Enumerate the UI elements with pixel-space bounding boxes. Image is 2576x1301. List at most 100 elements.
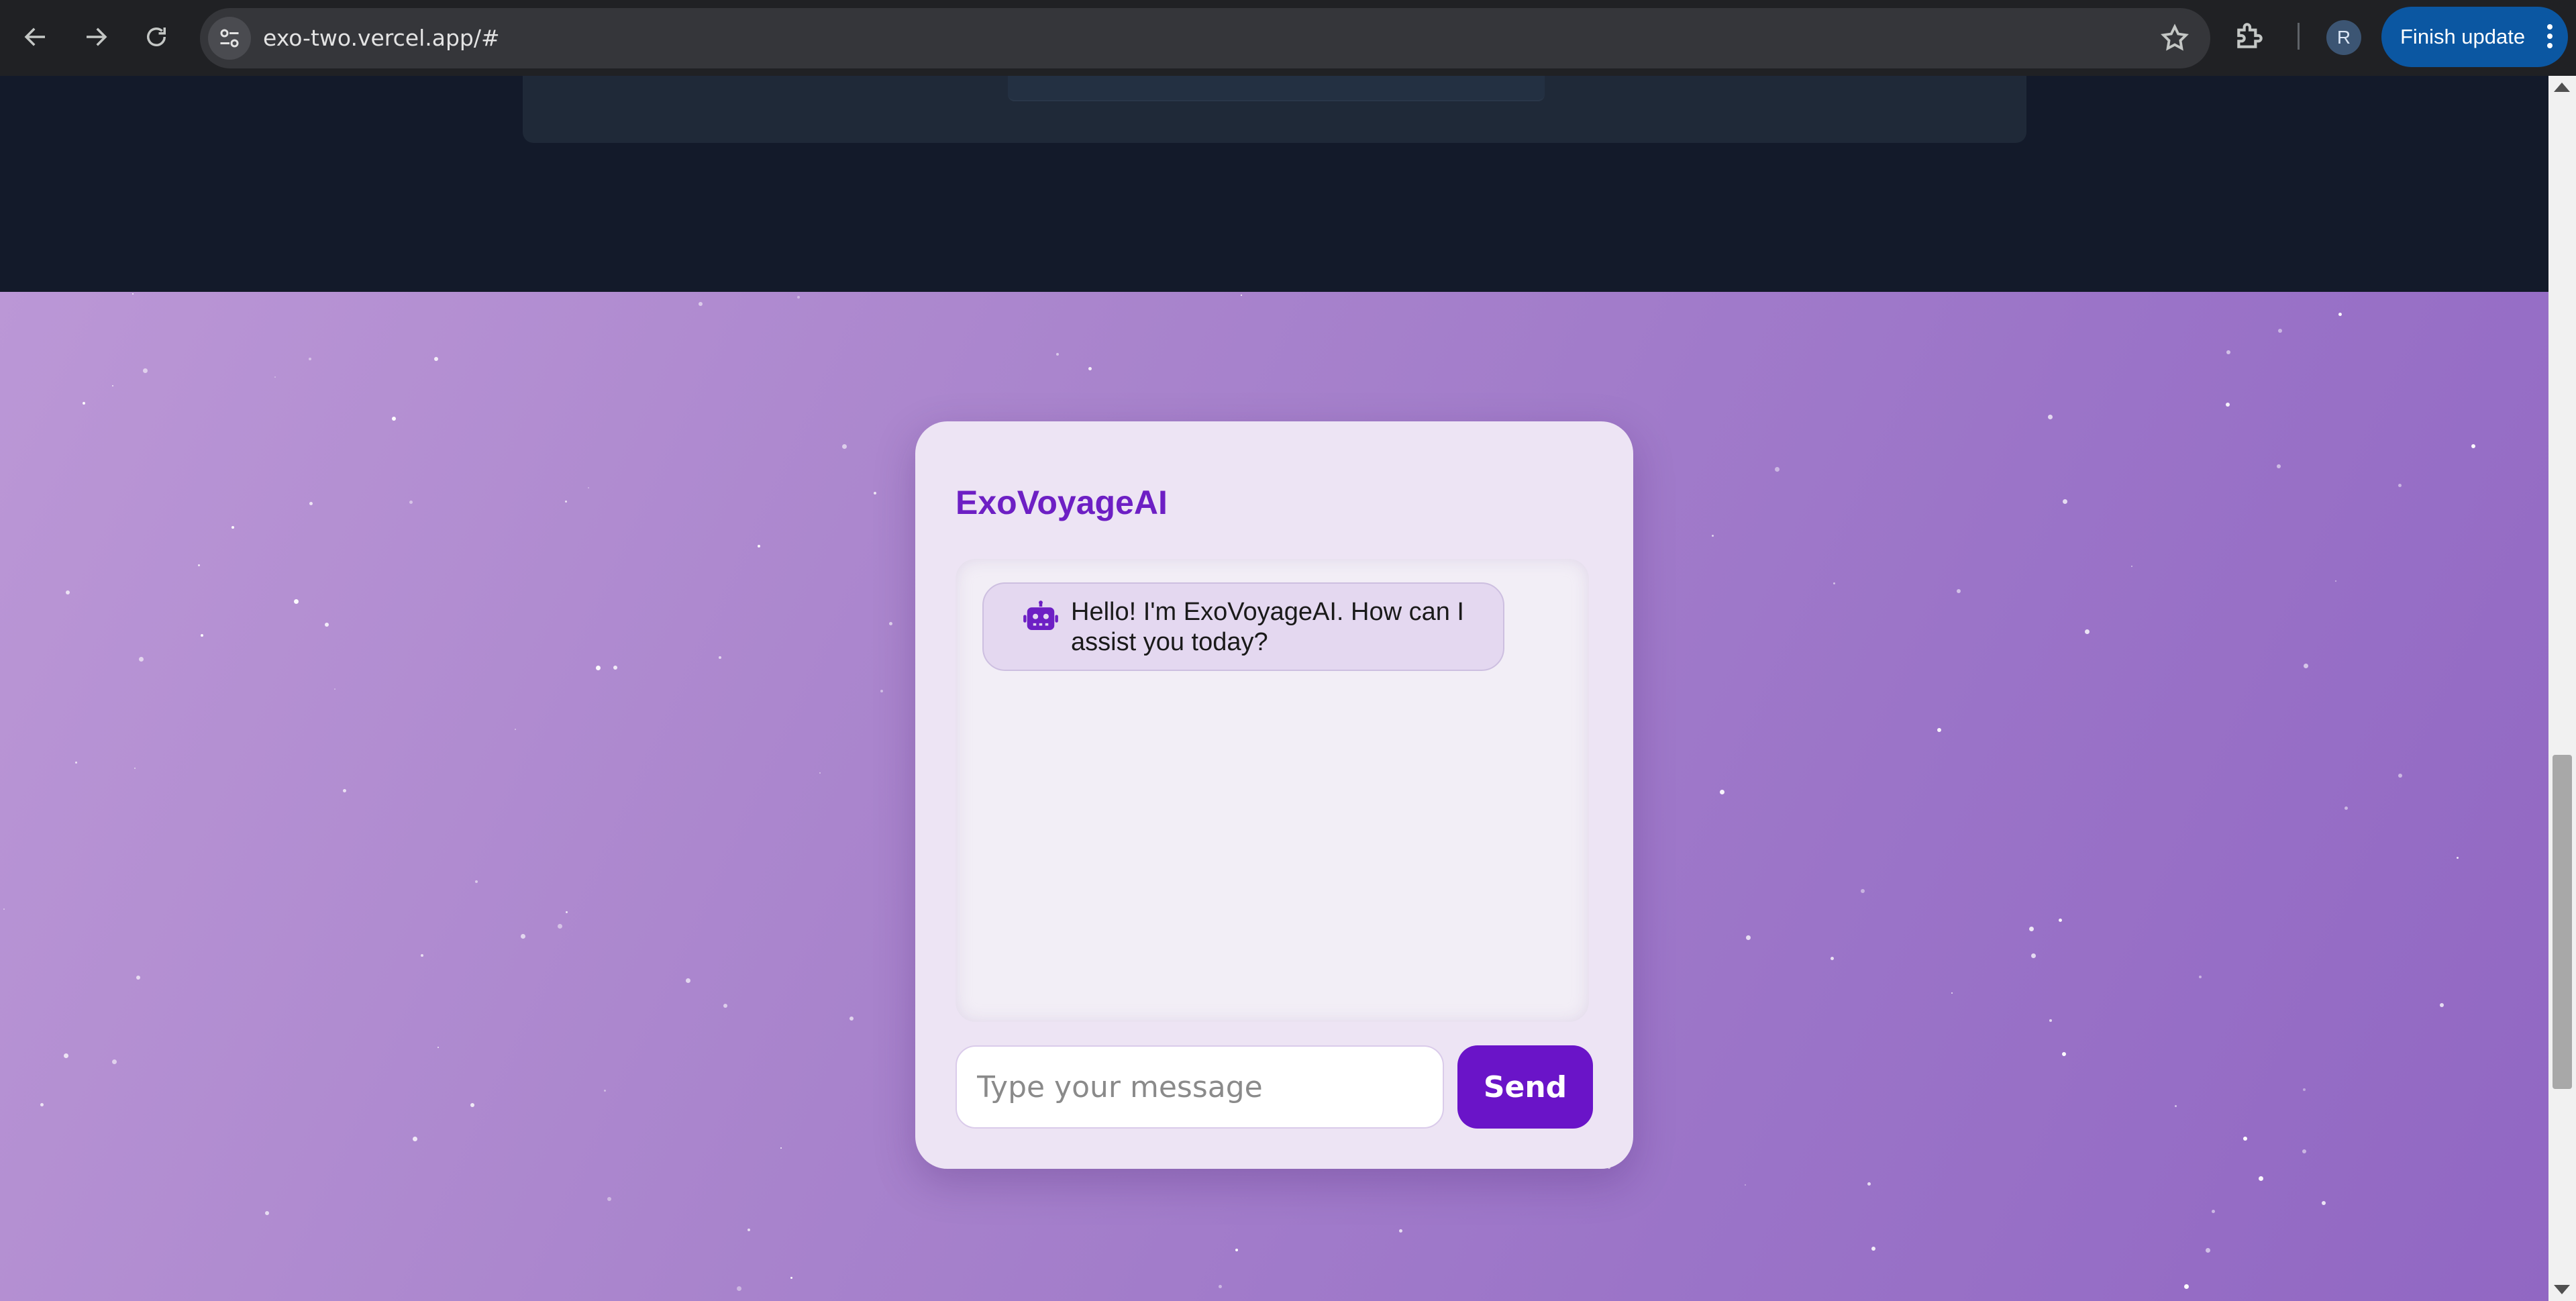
background-star <box>604 1090 606 1092</box>
background-star <box>475 880 478 883</box>
background-star <box>434 357 438 361</box>
background-star <box>515 729 516 730</box>
background-star <box>201 634 203 637</box>
background-star <box>613 666 617 670</box>
background-star <box>2059 919 2062 922</box>
background-star <box>40 1103 44 1106</box>
background-star <box>1957 589 1961 593</box>
background-star <box>421 954 423 957</box>
dark-section <box>0 76 2548 292</box>
background-star <box>2398 774 2402 778</box>
send-button[interactable]: Send <box>1457 1045 1593 1129</box>
profile-avatar[interactable]: R <box>2326 20 2361 55</box>
background-star <box>2206 1248 2210 1253</box>
toolbar-separator <box>2298 23 2300 50</box>
page-scrollbar[interactable] <box>2548 76 2576 1301</box>
arrow-left-icon <box>24 28 45 46</box>
background-star <box>231 526 234 529</box>
background-star <box>66 590 70 594</box>
background-star <box>1720 790 1724 794</box>
background-star <box>723 1004 727 1008</box>
background-star <box>849 1017 854 1021</box>
background-star <box>842 444 847 449</box>
background-star <box>2031 953 2036 958</box>
background-star <box>1241 295 1242 296</box>
background-star <box>2259 1176 2263 1181</box>
background-star <box>699 302 703 306</box>
messages-area[interactable]: Hello! I'm ExoVoyageAI. How can I assist… <box>956 559 1589 1022</box>
finish-update-button[interactable]: Finish update <box>2381 7 2568 67</box>
dark-card <box>523 76 2026 143</box>
scroll-thumb[interactable] <box>2553 755 2572 1089</box>
tune-icon <box>220 29 239 48</box>
background-star <box>1861 889 1865 893</box>
background-star <box>2184 1284 2189 1289</box>
background-star <box>64 1053 68 1058</box>
background-star <box>1088 367 1092 370</box>
background-star <box>596 666 601 670</box>
background-star <box>2303 1088 2306 1091</box>
background-star <box>409 501 413 504</box>
background-star <box>3 908 5 910</box>
background-star <box>136 976 140 980</box>
more-vert-icon[interactable] <box>2545 21 2555 52</box>
background-star <box>1746 935 1751 940</box>
background-star <box>2277 464 2281 468</box>
background-star <box>343 789 346 792</box>
background-star <box>143 368 148 373</box>
background-star <box>1871 1247 1875 1251</box>
background-star <box>2440 1003 2444 1007</box>
background-star <box>334 688 336 690</box>
back-button[interactable] <box>13 15 58 59</box>
background-star <box>309 358 311 360</box>
reload-button[interactable] <box>134 15 178 59</box>
extensions-puzzle-icon[interactable] <box>2233 19 2267 52</box>
background-star <box>112 385 113 386</box>
robot-icon <box>1023 601 1058 630</box>
background-star <box>2278 329 2282 333</box>
background-star <box>588 487 589 488</box>
arrow-right-icon <box>87 28 107 46</box>
background-star <box>309 502 313 505</box>
background-star <box>558 924 562 929</box>
background-star <box>2243 1137 2247 1141</box>
background-star <box>1399 1229 1402 1233</box>
background-star <box>719 656 721 659</box>
background-star <box>758 545 760 548</box>
background-star <box>2048 415 2053 419</box>
background-star <box>274 376 276 378</box>
scroll-down-arrow-icon[interactable] <box>2554 1285 2570 1294</box>
background-star <box>819 772 821 774</box>
background-star <box>1867 1182 1871 1186</box>
site-info-button[interactable] <box>208 17 251 60</box>
background-star <box>566 911 568 913</box>
background-star <box>2335 580 2336 582</box>
background-star <box>2062 1052 2066 1056</box>
background-star <box>1712 535 1714 537</box>
background-star <box>139 657 144 662</box>
bookmark-star-icon[interactable] <box>2159 23 2190 54</box>
background-star <box>2175 1105 2177 1107</box>
background-star <box>83 402 85 405</box>
background-star <box>112 1059 117 1064</box>
page-viewport: ExoVoyageAI Hello! I'm ExoVoyageAI. How … <box>0 76 2548 1301</box>
background-star <box>686 978 690 983</box>
forward-button[interactable] <box>74 15 118 59</box>
message-input[interactable] <box>956 1045 1444 1129</box>
background-star <box>75 762 77 764</box>
background-star <box>198 564 200 566</box>
background-star <box>2212 1210 2215 1213</box>
background-star <box>325 623 329 627</box>
background-star <box>2471 444 2475 448</box>
address-bar[interactable]: exo-two.vercel.app/# <box>200 8 2210 68</box>
url-text[interactable]: exo-two.vercel.app/# <box>263 8 500 68</box>
reload-icon <box>147 28 166 46</box>
scroll-up-arrow-icon[interactable] <box>2554 83 2570 92</box>
background-star <box>521 934 525 939</box>
background-star <box>1219 1285 1222 1288</box>
background-star <box>1831 957 1834 960</box>
background-star <box>2304 664 2308 668</box>
background-star <box>2085 629 2090 634</box>
chat-card: ExoVoyageAI Hello! I'm ExoVoyageAI. How … <box>915 421 1633 1169</box>
background-star <box>737 1286 741 1291</box>
